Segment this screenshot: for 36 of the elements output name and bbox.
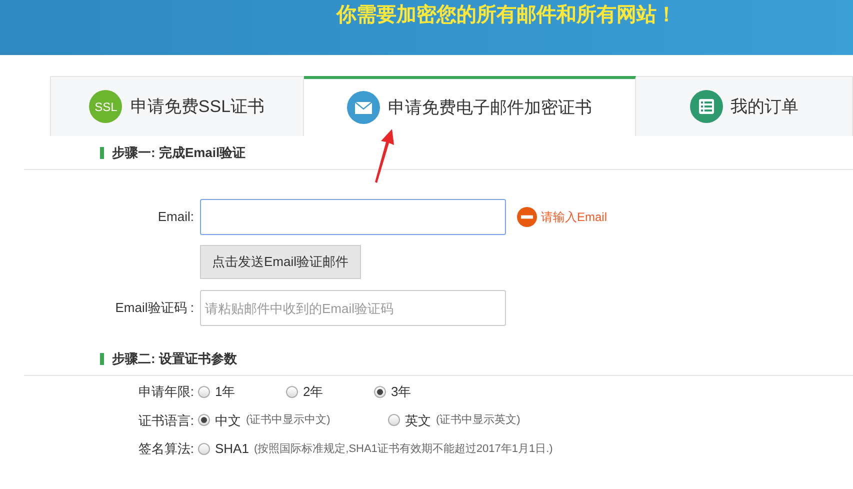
section-title: 步骤一: 完成Email验证 — [112, 144, 246, 162]
field-label: 证书语言: — [137, 412, 195, 430]
radio-button[interactable] — [286, 386, 298, 398]
field-label: 签名算法: — [137, 440, 195, 458]
error-message: 请输入Email — [541, 209, 608, 226]
code-input[interactable]: 请粘贴邮件中收到的Email验证码 — [200, 290, 506, 326]
section-marker — [100, 146, 104, 158]
radio-button[interactable] — [374, 386, 386, 398]
radio-button[interactable] — [198, 386, 210, 398]
list-icon — [690, 90, 722, 123]
radio-button[interactable] — [198, 414, 210, 426]
code-label: Email验证码 : — [114, 299, 195, 318]
section-marker — [100, 352, 104, 364]
tab[interactable]: 申请免费电子邮件加密证书 — [304, 76, 636, 136]
option-label: 英文 — [405, 412, 431, 430]
option-label: 2年 — [303, 383, 324, 401]
send-email-button[interactable]: 点击发送Email验证邮件 — [200, 245, 361, 279]
option-note: (证书中显示中文) — [246, 412, 330, 428]
section-title: 步骤二: 设置证书参数 — [112, 350, 237, 368]
option-note: (证书中显示英文) — [436, 412, 520, 428]
option-label: 3年 — [391, 383, 412, 401]
tab[interactable]: SSL 申请免费SSL证书 — [51, 76, 304, 136]
envelope-icon — [347, 91, 380, 124]
radio-button[interactable] — [198, 442, 210, 455]
error-icon — [517, 207, 537, 227]
option-label: SHA1 — [215, 440, 249, 458]
option-label: 中文 — [215, 412, 241, 430]
option-note: (按照国际标准规定,SHA1证书有效期不能超过2017年1月1日.) — [254, 442, 553, 456]
field-label: 申请年限: — [137, 383, 195, 401]
option-label: 1年 — [215, 383, 236, 401]
ssl-badge-icon: SSL — [89, 90, 122, 123]
radio-button[interactable] — [388, 414, 400, 426]
tab[interactable]: 我的订单 — [636, 76, 853, 136]
banner-headline: 你需要加密您的所有邮件和所有网站！ — [336, 5, 676, 25]
email-label: Email: — [156, 208, 195, 226]
email-input[interactable] — [200, 199, 506, 235]
